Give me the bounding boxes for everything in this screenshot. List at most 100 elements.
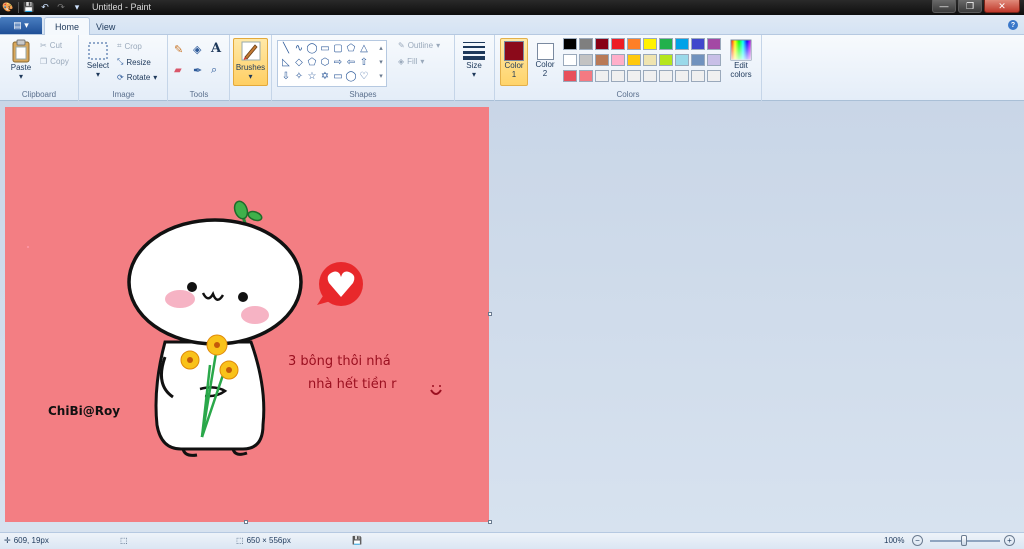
tab-home[interactable]: Home [44,17,91,36]
tab-view[interactable]: View [86,17,125,36]
window-title: Untitled - Paint [92,2,152,12]
size-button[interactable]: Size ▾ [458,39,490,79]
palette-swatch[interactable] [643,70,657,82]
pencil-icon[interactable]: ✎ [174,43,183,56]
right-triangle-shape-icon[interactable]: ◺ [280,57,292,69]
paste-label: Paste [10,63,32,72]
arrow-up-shape-icon[interactable]: ⇧ [358,57,370,69]
customize-qat-icon[interactable]: ▾ [71,2,83,14]
palette-swatch[interactable] [579,54,593,66]
palette-swatch[interactable] [563,38,577,50]
palette-swatch[interactable] [691,70,705,82]
rounded-rectangle-shape-icon[interactable]: ▢ [332,43,344,55]
brushes-button[interactable]: Brushes ▾ [233,38,268,86]
palette-swatch[interactable] [675,38,689,50]
palette-swatch[interactable] [675,54,689,66]
six-point-star-shape-icon[interactable]: ✡ [319,71,331,83]
redo-icon[interactable]: ↷ [55,2,67,14]
palette-swatch[interactable] [595,70,609,82]
palette-swatch[interactable] [707,38,721,50]
color-picker-icon[interactable]: ✒ [193,64,202,77]
palette-swatch[interactable] [659,38,673,50]
color2-button[interactable]: Color 2 [531,38,559,86]
palette-swatch[interactable] [563,70,577,82]
resize-button[interactable]: ⤡ Resize [117,57,151,67]
heart-shape-icon[interactable]: ♡ [358,71,370,83]
text-tool-icon[interactable]: A [211,41,221,56]
palette-swatch[interactable] [643,38,657,50]
outline-button[interactable]: ✎ Outline ▾ [398,41,440,50]
palette-swatch[interactable] [611,54,625,66]
palette-swatch[interactable] [563,54,577,66]
resize-label: Resize [126,57,151,67]
palette-swatch[interactable] [675,70,689,82]
palette-swatch[interactable] [611,38,625,50]
edit-colors-button[interactable]: Edit colors [726,39,756,79]
five-point-star-shape-icon[interactable]: ☆ [306,71,318,83]
palette-swatch[interactable] [659,70,673,82]
paint-app-icon[interactable]: 🎨 [2,2,14,14]
eraser-icon[interactable]: ▰ [174,65,182,76]
diamond-shape-icon[interactable]: ◇ [293,57,305,69]
close-button[interactable]: ✕ [984,0,1020,13]
fill-button[interactable]: ◈ Fill ▾ [398,57,424,66]
pentagon-shape-icon[interactable]: ⬠ [306,57,318,69]
cut-button[interactable]: ✂ Cut [40,41,62,50]
maximize-button[interactable]: ❐ [958,0,982,13]
four-point-star-shape-icon[interactable]: ✧ [293,71,305,83]
zoom-slider-thumb[interactable] [961,535,967,546]
crop-label: Crop [124,41,142,51]
hexagon-shape-icon[interactable]: ⬡ [319,57,331,69]
canvas-resize-handle-right[interactable] [488,312,492,316]
palette-swatch[interactable] [643,54,657,66]
select-button[interactable]: Select ▾ [84,41,112,79]
palette-swatch[interactable] [579,38,593,50]
palette-swatch[interactable] [707,54,721,66]
polygon-shape-icon[interactable]: ⬠ [345,43,357,55]
rectangle-shape-icon[interactable]: ▭ [319,43,331,55]
callout-rect-shape-icon[interactable]: ▭ [332,71,344,83]
palette-swatch[interactable] [659,54,673,66]
palette-swatch[interactable] [595,54,609,66]
arrow-left-shape-icon[interactable]: ⇦ [345,57,357,69]
scroll-down-icon[interactable]: ▾ [375,57,387,69]
undo-icon[interactable]: ↶ [39,2,51,14]
triangle-shape-icon[interactable]: △ [358,43,370,55]
canvas-resize-handle-corner[interactable] [488,520,492,524]
drawing-canvas[interactable]: 3 bông thôi nhá nhà hết tiền r ChiBi@Roy [5,107,489,522]
palette-swatch[interactable] [627,38,641,50]
minimize-button[interactable]: — [932,0,956,13]
rotate-button[interactable]: ⟳ Rotate ▾ [117,73,157,82]
canvas-resize-handle-bottom[interactable] [244,520,248,524]
expand-gallery-icon[interactable]: ▾ [375,71,387,83]
oval-shape-icon[interactable]: ◯ [306,43,318,55]
chibi-drawing [27,200,442,457]
copy-icon: ❐ [40,57,48,66]
palette-swatch[interactable] [691,54,705,66]
arrow-right-shape-icon[interactable]: ⇨ [332,57,344,69]
scroll-up-icon[interactable]: ▴ [375,43,387,55]
zoom-in-button[interactable]: + [1004,535,1015,546]
paste-button[interactable]: Paste ▾ [7,39,35,81]
palette-swatch[interactable] [707,70,721,82]
color1-button[interactable]: Color 1 [500,38,528,86]
callout-oval-shape-icon[interactable]: ◯ [345,71,357,83]
curve-shape-icon[interactable]: ∿ [293,43,305,55]
palette-swatch[interactable] [627,70,641,82]
palette-swatch[interactable] [691,38,705,50]
copy-button[interactable]: ❐ Copy [40,57,69,66]
zoom-out-button[interactable]: − [912,535,923,546]
help-icon[interactable]: ? [1008,20,1018,30]
paint-menu-button[interactable]: ▤ ▾ [0,17,42,34]
zoom-slider[interactable] [930,535,1000,546]
palette-swatch[interactable] [611,70,625,82]
save-icon[interactable]: 💾 [23,2,35,14]
crop-button[interactable]: ⌗ Crop [117,41,142,51]
magnifier-icon[interactable]: ⌕ [211,64,217,77]
palette-swatch[interactable] [595,38,609,50]
line-shape-icon[interactable]: ╲ [280,43,292,55]
fill-bucket-icon[interactable]: ◈ [193,43,201,56]
arrow-down-shape-icon[interactable]: ⇩ [280,71,292,83]
palette-swatch[interactable] [627,54,641,66]
palette-swatch[interactable] [579,70,593,82]
